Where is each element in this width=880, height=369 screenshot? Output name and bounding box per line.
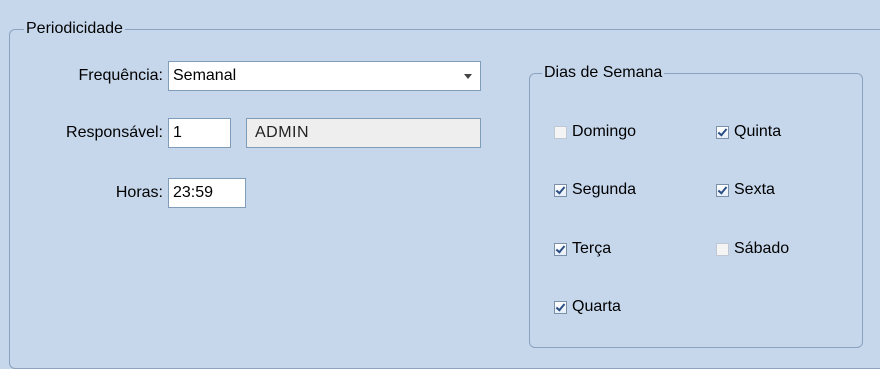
checkbox-label-sexta: Sexta [734,181,775,198]
responsavel-code-input[interactable]: 1 [168,118,231,148]
checkbox-segunda[interactable]: Segunda [554,178,636,202]
checkbox-sabado[interactable]: Sábado [716,237,789,261]
checkbox-label-quinta: Quinta [734,123,782,140]
checkbox-sexta[interactable]: Sexta [716,178,775,202]
responsavel-name-field: ADMIN [246,118,481,148]
periodicidade-title: Periodicidade [24,19,125,39]
checkbox-terca[interactable]: Terça [554,237,611,261]
checkbox-box[interactable] [716,242,729,256]
checkbox-box[interactable] [716,183,729,197]
frequencia-select[interactable]: Semanal [168,61,481,91]
checkbox-box[interactable] [554,125,567,139]
frequencia-value: Semanal [173,67,237,84]
checkbox-quinta[interactable]: Quinta [716,120,781,144]
checkbox-label-terca: Terça [572,240,612,257]
checkbox-label-sabado: Sábado [734,240,790,257]
checkbox-label-quarta: Quarta [572,298,621,315]
checkbox-label-segunda: Segunda [572,181,637,198]
dias-semana-title: Dias de Semana [542,63,665,83]
checkbox-box[interactable] [716,125,729,139]
checkbox-domingo[interactable]: Domingo [554,120,636,144]
horas-input[interactable]: 23:59 [168,178,246,208]
checkbox-box[interactable] [554,300,567,314]
horas-label: Horas: [115,184,163,201]
checkbox-label-domingo: Domingo [572,123,637,140]
checkbox-quarta[interactable]: Quarta [554,295,621,319]
frequencia-label: Frequência: [78,67,164,84]
checkbox-box[interactable] [554,242,567,256]
responsavel-label: Responsável: [66,124,163,141]
checkbox-box[interactable] [554,183,567,197]
chevron-down-icon[interactable] [464,74,472,79]
